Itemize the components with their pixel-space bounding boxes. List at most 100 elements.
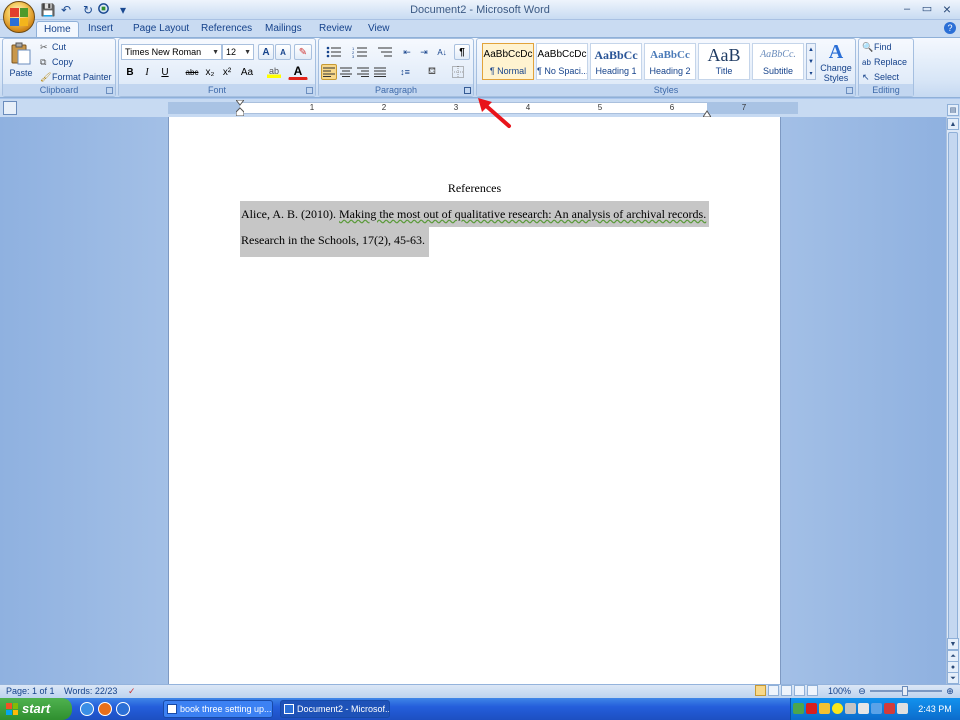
start-button[interactable]: start [0,698,72,720]
style-heading-2[interactable]: AaBbCc Heading 2 [644,43,696,80]
tab-references[interactable]: References [194,21,259,37]
redo-icon[interactable]: ↻ [80,2,96,18]
quick-launch-ie-icon[interactable] [80,702,94,716]
tab-page-layout[interactable]: Page Layout [126,21,196,37]
outline-icon[interactable] [794,685,805,696]
center-button[interactable] [338,64,354,80]
increase-indent-button[interactable]: ⇥ [416,44,432,60]
strikethrough-button[interactable]: abc [183,64,201,80]
indent-marker-icon[interactable] [234,99,246,117]
web-layout-icon[interactable] [781,685,792,696]
undo-icon[interactable]: ↶ [58,2,74,18]
quick-launch-browser-icon[interactable] [116,702,130,716]
tray-device-icon[interactable] [845,703,856,714]
reference-line-1[interactable]: Alice, A. B. (2010). Making the most out… [240,201,709,227]
save-icon[interactable]: 💾 [40,2,56,18]
style-normal[interactable]: AaBbCcDc ¶ Normal [482,43,534,80]
tray-alert-icon[interactable] [819,703,830,714]
taskbar-item-book-three[interactable]: book three setting up... [163,700,273,718]
page-count[interactable]: Page: 1 of 1 [6,685,55,697]
tray-app-icon[interactable] [858,703,869,714]
tray-volume-icon[interactable] [897,703,908,714]
tab-home[interactable]: Home [36,21,79,38]
tab-review[interactable]: Review [312,21,359,37]
more-styles-icon[interactable]: ▾ [807,68,815,80]
tray-security-icon[interactable] [884,703,895,714]
align-right-button[interactable] [355,64,371,80]
zoom-slider-thumb[interactable] [902,686,908,696]
tab-view[interactable]: View [361,21,397,37]
customize-qat-icon[interactable]: ▾ [118,2,128,18]
draft-icon[interactable] [807,685,818,696]
tab-mailings[interactable]: Mailings [258,21,309,37]
scroll-down-icon[interactable]: ▼ [947,638,959,650]
font-launcher-icon[interactable] [306,87,313,94]
line-spacing-button[interactable]: ↕≡ [393,64,417,80]
taskbar-item-document2[interactable]: Document2 - Microsof... [280,700,390,718]
refresh-icon[interactable] [96,2,110,18]
doc-heading[interactable]: References [168,181,781,196]
clipboard-launcher-icon[interactable] [106,87,113,94]
style-title[interactable]: AaB Title [698,43,750,80]
tray-display-icon[interactable] [871,703,882,714]
underline-button[interactable]: U [156,64,174,80]
zoom-level[interactable]: 100% [828,685,851,697]
justify-button[interactable] [372,64,388,80]
full-screen-reading-icon[interactable] [768,685,779,696]
paste-button[interactable]: Paste [6,41,36,83]
zoom-out-icon[interactable]: ⊖ [856,685,868,697]
borders-button[interactable] [446,64,470,80]
tray-norton-icon[interactable] [832,703,843,714]
tab-insert[interactable]: Insert [81,21,120,37]
decrease-indent-button[interactable]: ⇤ [399,44,415,60]
close-button[interactable]: × [938,2,956,17]
tab-selector-button[interactable] [3,101,17,115]
zoom-in-icon[interactable]: ⊕ [944,685,956,697]
italic-button[interactable]: I [139,64,155,80]
styles-launcher-icon[interactable] [846,87,853,94]
subscript-button[interactable]: x₂ [202,64,218,80]
align-left-button[interactable] [321,64,337,80]
find-button[interactable]: 🔍Find [862,41,912,54]
word-count[interactable]: Words: 22/23 [64,685,117,697]
style-heading-1[interactable]: AaBbCc Heading 1 [590,43,642,80]
chevron-up-icon[interactable]: ▲ [807,44,815,56]
next-page-icon[interactable]: ⏷ [947,672,959,684]
quick-launch-firefox-icon[interactable] [98,702,112,716]
scroll-up-icon[interactable]: ▲ [947,118,959,130]
change-styles-button[interactable]: A Change Styles [818,41,854,85]
show-formatting-marks-button[interactable]: ¶ [454,44,470,60]
paragraph-launcher-icon[interactable] [464,87,471,94]
maximize-button[interactable]: ▭ [918,2,936,17]
style-no-spacing[interactable]: AaBbCcDc ¶ No Spaci... [536,43,588,80]
font-name-combo[interactable]: Times New Roman ▼ [121,44,222,60]
numbering-button[interactable]: 123 [348,44,372,60]
font-color-button[interactable]: A [288,64,308,80]
styles-scroll[interactable]: ▲ ▼ ▾ [806,43,816,80]
bold-button[interactable]: B [122,64,138,80]
tray-ati-icon[interactable] [806,703,817,714]
replace-button[interactable]: ab Replace [862,56,912,69]
right-indent-marker-icon[interactable] [702,108,712,118]
shrink-font-button[interactable]: A [275,44,291,60]
chevron-down-icon[interactable]: ▼ [807,56,815,68]
clear-formatting-button[interactable]: ✎ [294,44,312,60]
format-painter-button[interactable]: 🖌Format Painter [40,71,116,84]
help-icon[interactable]: ? [944,22,956,34]
proofing-icon[interactable]: ✓ [128,685,136,697]
taskbar-clock[interactable]: 2:43 PM [912,698,958,720]
bullets-button[interactable] [321,44,347,60]
superscript-button[interactable]: x² [219,64,235,80]
font-size-combo[interactable]: 12 ▼ [222,44,254,60]
office-button[interactable] [3,1,35,33]
style-subtitle[interactable]: AaBbCc. Subtitle [752,43,804,80]
cut-button[interactable]: ✂ Cut [40,41,114,54]
print-layout-icon[interactable] [755,685,766,696]
shading-button[interactable]: ⛾ [420,64,444,80]
change-case-button[interactable]: Aa [237,64,257,80]
copy-button[interactable]: ⧉ Copy [40,56,114,69]
ruler-toggle-icon[interactable]: ▤ [947,104,959,116]
grow-font-button[interactable]: A [258,44,274,60]
minimize-button[interactable]: – [898,2,916,17]
scrollbar-thumb[interactable] [948,132,958,672]
